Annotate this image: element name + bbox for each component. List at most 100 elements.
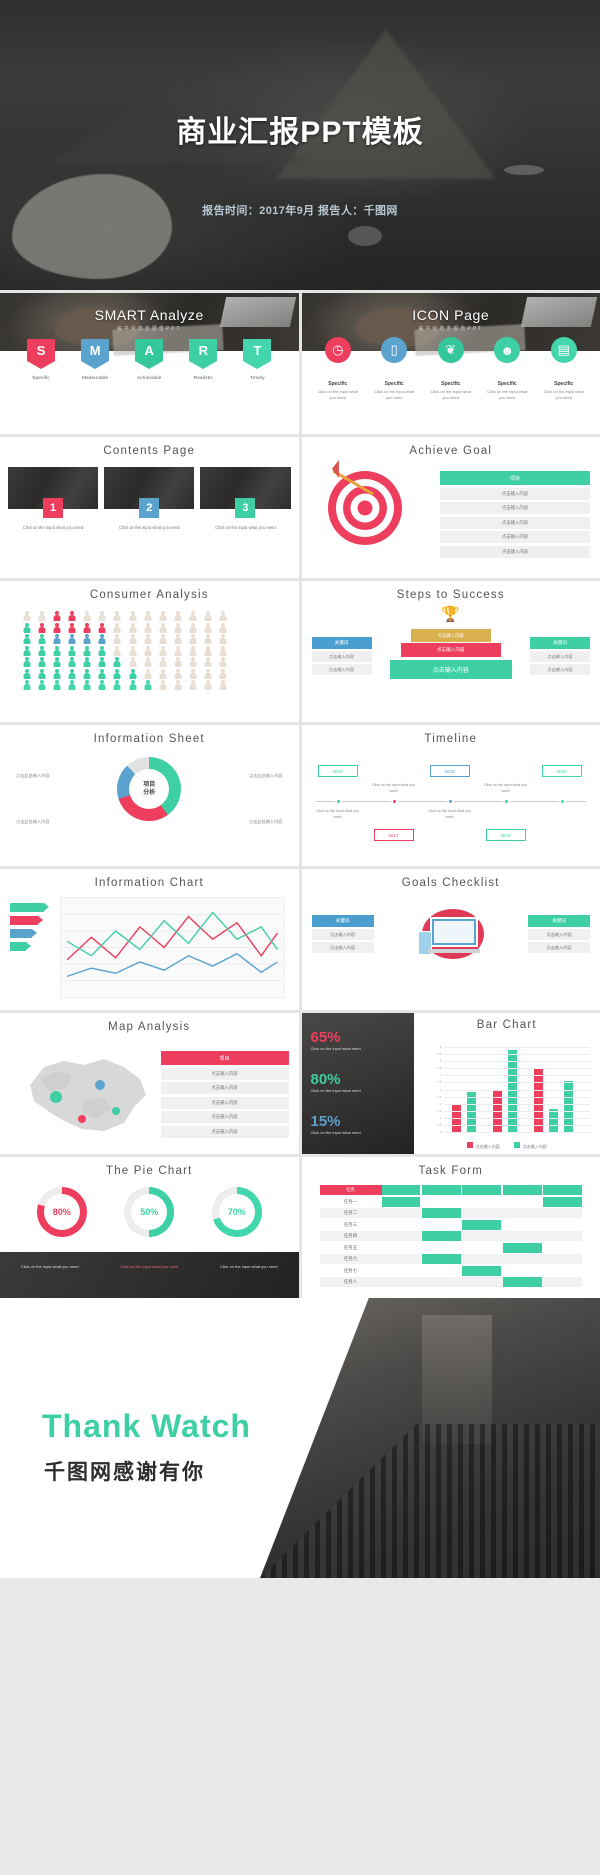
gridline xyxy=(443,1103,590,1105)
right-item[interactable]: 点击输入内容 xyxy=(528,942,590,953)
left-item[interactable]: 点击输入内容 xyxy=(311,664,372,675)
icon-card[interactable]: ◷ Specific Click on the input what you n… xyxy=(315,337,361,401)
smart-badge[interactable]: R Realistic xyxy=(189,339,218,380)
goal-list-item[interactable]: 点击输入内容 xyxy=(440,545,590,558)
smart-badge[interactable]: S Specific xyxy=(27,339,56,380)
smart-badge[interactable]: A Achievable xyxy=(135,339,164,380)
person-icon xyxy=(96,680,110,690)
task-name: 任务八 xyxy=(343,1279,358,1284)
person-icon xyxy=(111,657,125,667)
y-axis-tick: 1 xyxy=(439,1115,442,1120)
person-icon xyxy=(111,669,125,679)
table-row[interactable]: 任务五 xyxy=(320,1242,583,1253)
step-1[interactable]: 点击输入内容 xyxy=(410,629,491,642)
icon-heading: Specific xyxy=(441,381,461,387)
china-map xyxy=(12,1045,162,1141)
header-cells xyxy=(381,1185,582,1195)
y-axis-tick: 5 xyxy=(439,1059,442,1064)
timeline-year[interactable]: 2016 xyxy=(317,765,358,777)
bar-chart-area: Bar Chart 0 0.5 1 1.5 2 2.5 3 3.5 4 4.5 5 5.5 6 点击输入… xyxy=(414,1013,600,1154)
map-list-item[interactable]: 点击输入内容 xyxy=(160,1082,289,1094)
timeline-note: Click on the input what you need xyxy=(484,783,527,793)
icon-card[interactable]: ❦ Specific Click on the input what you n… xyxy=(428,337,474,401)
legend-label: 点击输入内容 xyxy=(475,1144,500,1149)
map-list-item[interactable]: 点击输入内容 xyxy=(160,1067,289,1080)
slide-smart-analyze[interactable]: SMART Analyze 扁平化商务报告PPT S Specific M Me… xyxy=(0,293,299,434)
table-row[interactable]: 任务二 xyxy=(319,1208,582,1218)
left-item[interactable]: 点击输入内容 xyxy=(311,929,374,940)
content-card[interactable]: 1 Click on the input what you need xyxy=(8,467,99,532)
person-icon xyxy=(156,669,170,679)
icon-text: Click on the input what you need xyxy=(430,389,471,400)
left-item[interactable]: 点击输入内容 xyxy=(311,942,374,953)
table-row[interactable]: 任务四 xyxy=(319,1231,582,1241)
goal-list: 项目 点击输入内容 点击输入内容 点击输入内容 点击输入内容 点击输入内容 xyxy=(440,471,590,558)
slide-steps-to-success[interactable]: Steps to Success 🏆 关键词 点击输入内容 点击输入内容 关键词… xyxy=(301,581,600,722)
cover-subtitle: 报告时间：2017年9月 报告人：千图网 xyxy=(202,205,398,217)
step-2[interactable]: 点击输入内容 xyxy=(400,643,501,657)
map-list-item[interactable]: 点击输入内容 xyxy=(160,1111,289,1123)
smart-badge[interactable]: M Measurable xyxy=(81,339,110,380)
slide-information-sheet[interactable]: Information Sheet 项目 分析 点击此处输入内容 点击此处输入内… xyxy=(0,725,299,866)
timeline-year[interactable]: 2018 xyxy=(429,765,470,777)
left-item[interactable]: 点击输入内容 xyxy=(311,651,372,662)
person-icon xyxy=(20,657,34,667)
legend-swatch xyxy=(513,1142,520,1148)
goal-list-item[interactable]: 点击输入内容 xyxy=(440,516,590,529)
person-icon xyxy=(20,623,34,633)
slide-information-chart[interactable]: Information Chart xyxy=(0,869,299,1010)
slide-contents-page[interactable]: Contents Page 1 Click on the input what … xyxy=(0,437,299,578)
timeline-year[interactable]: 2020 xyxy=(541,765,582,777)
goal-list-item[interactable]: 点击输入内容 xyxy=(440,531,590,543)
icon-card[interactable]: ☻ Specific Click on the input what you n… xyxy=(484,337,530,401)
content-card[interactable]: 2 Click on the input what you need xyxy=(104,467,195,532)
table-row[interactable]: 任务七 xyxy=(320,1265,583,1276)
person-icon xyxy=(111,646,125,656)
content-card[interactable]: 3 Click on the input what you need xyxy=(200,467,291,532)
person-icon xyxy=(141,680,155,690)
card-text: Click on the input what you need xyxy=(215,525,276,530)
y-axis-tick: 3.5 xyxy=(437,1080,442,1085)
slide-bar-chart[interactable]: 65% Click on the input what need 80% Cli… xyxy=(301,1013,600,1154)
table-header-row: 任务 xyxy=(319,1185,582,1195)
contents-cards: 1 Click on the input what you need 2 Cli… xyxy=(8,467,291,532)
right-keyword-block: 关键词 点击输入内容 点击输入内容 xyxy=(528,915,590,953)
slide-timeline[interactable]: Timeline 2016 2017 2018 2019 2020 Click … xyxy=(301,725,600,866)
card-photo: 2 xyxy=(104,467,195,518)
slide-map-analysis[interactable]: Map Analysis 项目 点击输入内容 点击输入内容 点击输入内容 点击输… xyxy=(0,1013,299,1154)
person-icon xyxy=(186,623,200,633)
pie-chart: 80% xyxy=(36,1187,87,1237)
right-item[interactable]: 点击输入内容 xyxy=(530,651,590,662)
pie-value: 50% xyxy=(131,1194,168,1230)
stat-text: Click on the input what need xyxy=(310,1130,361,1135)
table-row[interactable]: 任务三 xyxy=(320,1219,583,1230)
goal-list-item[interactable]: 点击输入内容 xyxy=(440,487,590,500)
person-icon xyxy=(216,634,230,644)
right-item[interactable]: 点击输入内容 xyxy=(528,929,590,940)
slide-icon-page[interactable]: ICON Page 扁平化商务报告PPT ◷ Specific Click on… xyxy=(301,293,600,434)
timeline-year[interactable]: 2019 xyxy=(485,829,526,841)
rock-shape xyxy=(12,174,172,279)
slide-task-form[interactable]: Task Form 任务 任务一 任务二 任务三 任务四 任务五 任务六 任务七… xyxy=(301,1157,600,1298)
map-list-item[interactable]: 点击输入内容 xyxy=(160,1125,289,1138)
table-row[interactable]: 任务八 xyxy=(319,1277,582,1287)
stat-text: Click on the input what need xyxy=(310,1088,361,1093)
slide-achieve-goal[interactable]: Achieve Goal 项目 点击输入内容 点击输入内容 点击输入内容 点击输… xyxy=(301,437,600,578)
right-item[interactable]: 点击输入内容 xyxy=(530,664,590,675)
step-3[interactable]: 点击输入内容 xyxy=(389,660,512,679)
icon-card[interactable]: ▯ Specific Click on the input what you n… xyxy=(371,337,417,401)
funnel-bars xyxy=(10,903,49,955)
person-icon xyxy=(65,611,79,621)
slide-goals-checklist[interactable]: Goals Checklist 关键词 点击输入内容 点击输入内容 关键词 点击… xyxy=(301,869,600,1010)
smart-badge[interactable]: T Timely xyxy=(243,339,272,380)
map-list-item[interactable]: 点击输入内容 xyxy=(160,1096,289,1109)
slide-consumer-analysis[interactable]: Consumer Analysis xyxy=(0,581,299,722)
timeline-year[interactable]: 2017 xyxy=(373,829,414,841)
table-row[interactable]: 任务六 xyxy=(319,1254,582,1264)
slide-title: Map Analysis xyxy=(108,1021,191,1033)
pie-value: 70% xyxy=(218,1194,255,1230)
slide-pie-chart[interactable]: The Pie Chart 80% 50% 70% Click on the i… xyxy=(0,1157,299,1298)
icon-card[interactable]: ▤ Specific Click on the input what you n… xyxy=(541,337,587,401)
goal-list-item[interactable]: 点击输入内容 xyxy=(440,502,590,514)
table-row[interactable]: 任务一 xyxy=(320,1196,582,1207)
